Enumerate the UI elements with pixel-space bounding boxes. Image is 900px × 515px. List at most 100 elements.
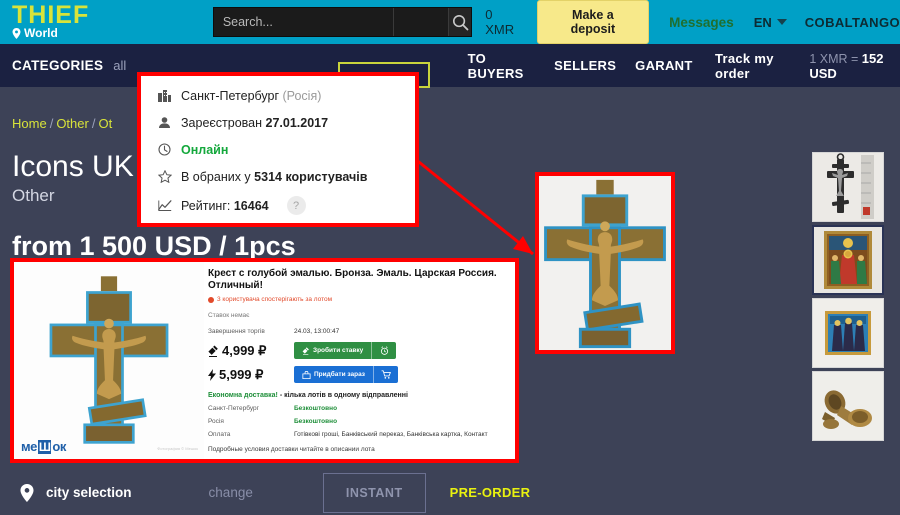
bag-icon	[302, 370, 311, 379]
thumbnail-blue-icon[interactable]	[812, 298, 884, 368]
page-title: Icons UK	[12, 150, 134, 183]
shipping-russia-value: Безкоштовно	[294, 418, 338, 425]
add-to-cart-button[interactable]	[373, 366, 399, 383]
alarm-clock-icon	[380, 346, 388, 355]
logo-subtitle: World	[12, 26, 213, 40]
metal-vessels-photo-icon	[813, 372, 883, 440]
search-button[interactable]	[448, 8, 472, 36]
seller-favorites-label: В обраних у	[181, 169, 255, 184]
nav-item-to-buyers[interactable]: TO BUYERS	[468, 51, 536, 81]
zoomed-cross-image	[539, 176, 671, 350]
thumbnail-silver-cross-with-ruler[interactable]	[812, 152, 884, 222]
seller-rating-row: Рейтинг: 16464 ?	[157, 196, 415, 215]
seller-rating-value: 16464	[233, 198, 269, 213]
seller-country: (Росія)	[279, 88, 322, 103]
gavel-white-icon	[302, 346, 309, 355]
language-label: EN	[753, 14, 772, 30]
city-selection-label: city selection	[46, 485, 132, 500]
shipping-rest: - кілька лотів в одному відправленні	[277, 392, 408, 399]
shipping-russia-label: Росія	[208, 418, 224, 425]
seller-registered-row: Зареєстрован 27.01.2017	[157, 115, 415, 130]
clock-icon	[157, 142, 172, 157]
top-bar: THIEF World 0 XMR Make a deposit Message…	[0, 0, 900, 44]
listing-photo[interactable]: ме Шок Фотография © Мешок	[14, 262, 204, 459]
blue-icon-photo-icon	[813, 299, 883, 367]
listing-buy-row: 5,999 ₽ Придбати зараз	[208, 366, 508, 383]
seller-favorites-value: 5314 користувачів	[254, 169, 368, 184]
make-deposit-button[interactable]: Make a deposit	[536, 0, 650, 44]
user-account-link[interactable]: COBALTANGO	[805, 15, 900, 30]
language-selector[interactable]: EN	[754, 15, 787, 30]
listing-watchers: 3 користувача спостерігають за лотом	[208, 296, 508, 303]
nav-categories-button[interactable]: CATEGORIES	[0, 58, 103, 73]
place-bid-button[interactable]: Зробити ставку	[294, 342, 372, 359]
page-subtitle: Other	[12, 186, 55, 205]
nav-all-link[interactable]: all	[113, 58, 126, 73]
seller-registered-label: Зареєстрован	[181, 115, 266, 130]
nav-item-garant[interactable]: GARANT	[635, 58, 692, 73]
exchange-rate-prefix: 1 XMR =	[809, 51, 862, 66]
seller-online-status: Онлайн	[181, 142, 229, 157]
listing-details: Крест с голубой эмалью. Бронза. Эмаль. Ц…	[204, 262, 515, 459]
seller-city: Санкт-Петербург	[181, 88, 280, 103]
tab-instant[interactable]: INSTANT	[322, 472, 426, 513]
buy-button-group: Придбати зараз	[294, 366, 399, 383]
balance-amount: 0 XMR	[485, 7, 515, 37]
seller-location-row: Санкт-Петербург (Росія)	[157, 88, 415, 103]
exchange-rate: 1 XMR = 152 USD	[809, 51, 900, 81]
listing-card[interactable]: ме Шок Фотография © Мешок Крест с голубой…	[10, 258, 519, 463]
listing-bid-row: 4,999 ₽ Зробити ставку	[208, 342, 508, 359]
listing-no-bids: Ставок немає	[208, 312, 250, 319]
listing-shipping-banner: Економна доставка! - кілька лотів в одно…	[208, 392, 508, 399]
seller-status-row: Онлайн	[157, 142, 415, 157]
site-logo[interactable]: THIEF World	[0, 3, 213, 41]
shipping-spb-value: Безкоштовно	[294, 405, 338, 412]
listing-title[interactable]: Крест с голубой эмалью. Бронза. Эмаль. Ц…	[208, 268, 508, 292]
rating-help-icon[interactable]: ?	[286, 196, 306, 215]
photo-copyright-text: Фотография © Мешок	[157, 446, 198, 451]
nav-item-track-my-order[interactable]: Track my order	[715, 51, 799, 81]
listing-end-value: 24.03, 13:00:47	[294, 328, 340, 335]
person-icon	[157, 115, 172, 130]
messages-link[interactable]: Messages	[669, 15, 734, 30]
map-pin-icon	[20, 483, 34, 502]
change-city-link[interactable]: change	[209, 485, 253, 500]
nav-item-sellers[interactable]: SELLERS	[554, 58, 616, 73]
search-input[interactable]	[213, 8, 393, 36]
map-pin-icon	[12, 27, 21, 39]
breadcrumb-current[interactable]: Ot	[98, 116, 112, 131]
bid-reminder-button[interactable]	[371, 342, 397, 359]
tab-pre-order[interactable]: PRE-ORDER	[450, 485, 531, 500]
meshok-part1: ме	[21, 439, 37, 454]
shipping-highlight: Економна доставка!	[208, 392, 278, 399]
listing-end-row: Завершення торгів 24.03, 13:00:47	[208, 328, 508, 335]
listing-delivery-note: Подробные условия доставки читайте в опи…	[208, 446, 375, 453]
search-category-select[interactable]	[392, 8, 449, 36]
buy-now-label: Придбати зараз	[314, 371, 366, 378]
seller-registered-date: 27.01.2017	[265, 115, 329, 130]
gavel-icon	[208, 345, 218, 357]
buy-now-button[interactable]: Придбати зараз	[294, 366, 374, 383]
seller-favorites-row: В обраних у 5314 користувачів	[157, 169, 415, 184]
seller-info-popup: Санкт-Петербург (Росія) Зареєстрован 27.…	[137, 72, 419, 227]
breadcrumb-home[interactable]: Home	[12, 116, 47, 131]
shipping-row-payment: Оплата Готівкові гроші, Банківський пере…	[208, 431, 508, 438]
listing-bid-price-wrap: 4,999 ₽	[208, 343, 294, 359]
zoomed-image-panel	[535, 172, 675, 354]
bottom-bar: city selection change INSTANT PRE-ORDER	[0, 470, 900, 515]
listing-buy-price: 5,999 ₽	[219, 366, 264, 382]
city-selection-control[interactable]: city selection	[20, 483, 132, 502]
shipping-row-spb: Санкт-Петербург Безкоштовно	[208, 405, 508, 412]
breadcrumb-sep-2: /	[91, 116, 96, 131]
breadcrumb-sep-1: /	[49, 116, 54, 131]
silver-cross-photo-icon	[813, 153, 883, 221]
thumbnail-strip	[812, 152, 884, 444]
listing-end-label: Завершення торгів	[208, 328, 265, 335]
thumbnail-icon-painting[interactable]	[812, 225, 884, 295]
breadcrumb-other[interactable]: Other	[56, 116, 89, 131]
thumbnail-metal-vessels[interactable]	[812, 371, 884, 441]
icon-painting-photo-icon	[814, 227, 882, 293]
lightning-icon	[208, 368, 216, 381]
search-icon	[452, 14, 469, 30]
bronze-cross-photo-icon	[14, 262, 204, 459]
